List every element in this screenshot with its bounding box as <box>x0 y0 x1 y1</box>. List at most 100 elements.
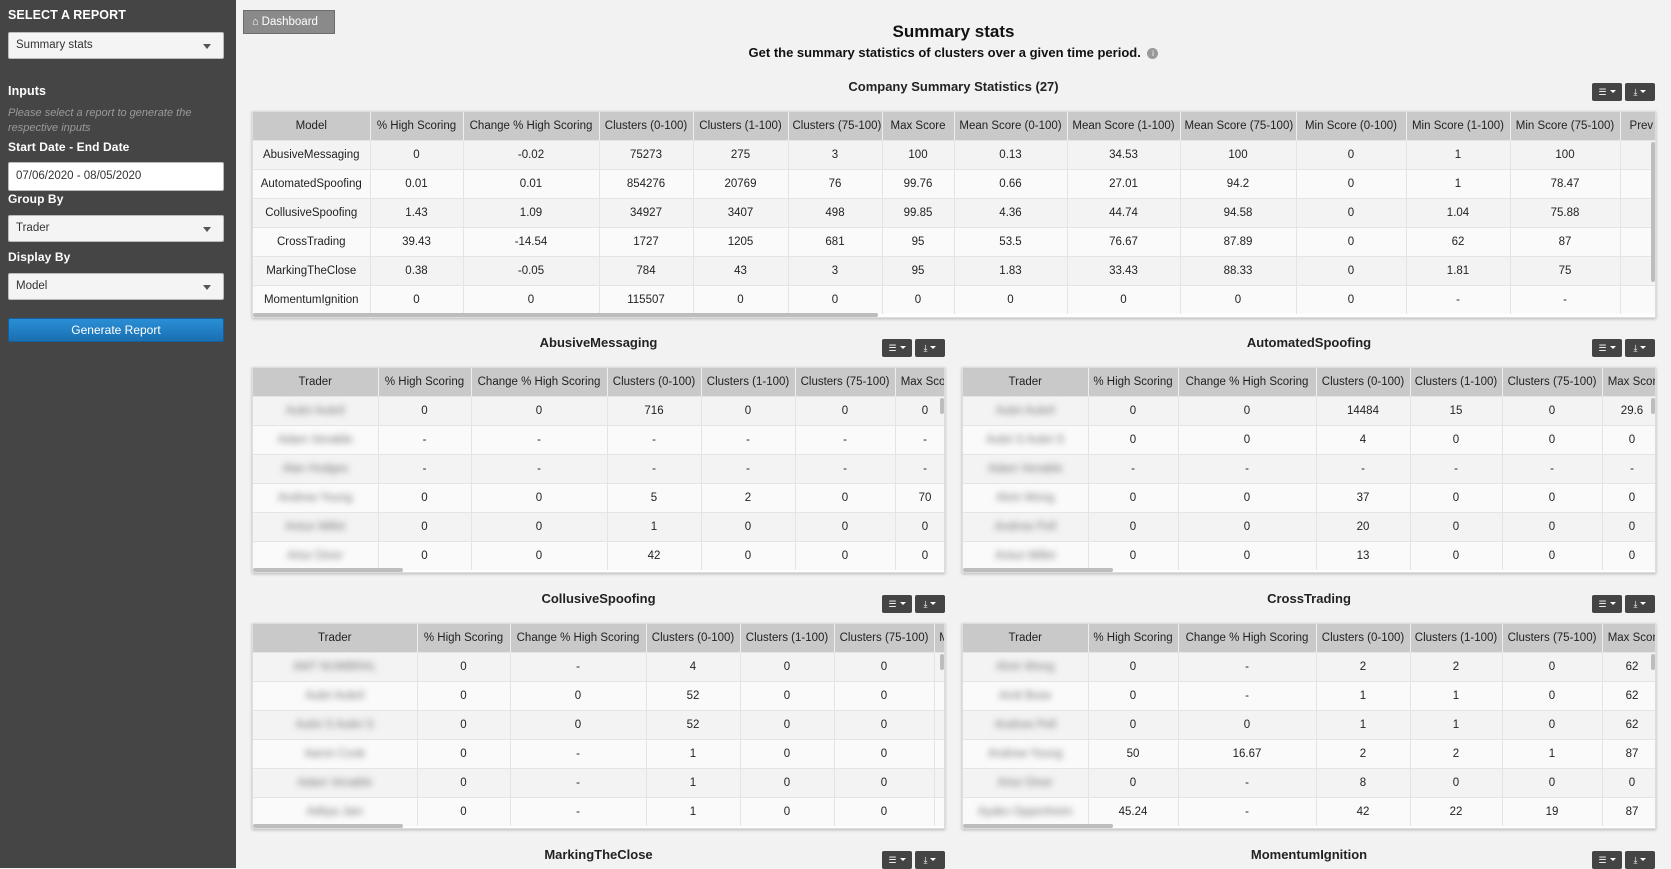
column-header[interactable]: Clusters (1-100) <box>701 368 796 396</box>
table-row[interactable]: AutomatedSpoofing 0.01 0.01 854276 20769 76 99… <box>253 168 1655 198</box>
column-header[interactable]: Clusters (0-100) <box>1316 368 1411 396</box>
table-row[interactable]: Alvin Wong 0 0 37 0 0 0 <box>963 482 1655 512</box>
column-header[interactable]: % High Scoring <box>370 112 464 140</box>
column-header[interactable]: Clusters (0-100) <box>599 112 694 140</box>
column-header[interactable]: Mean Score (75-100) <box>1180 112 1297 140</box>
table-row[interactable]: Antun Millet 0 0 13 0 0 0 <box>963 540 1655 570</box>
horizontal-scrollbar[interactable] <box>963 824 1113 828</box>
table-row[interactable]: Artur Diner 0-8 0 0 0 <box>963 767 1655 797</box>
column-header[interactable]: Trader <box>963 368 1089 396</box>
horizontal-scrollbar[interactable] <box>963 568 1113 572</box>
column-header[interactable]: Clusters (75-100) <box>1502 368 1603 396</box>
column-header[interactable]: Clusters (1-100) <box>1410 624 1503 652</box>
column-header[interactable]: Change % High Scoring <box>510 624 647 652</box>
table-row[interactable]: Aubri Aubril 0 0 14484 15 0 29.6 <box>963 395 1655 425</box>
table-row[interactable]: Amit Bose 0-1 1 0 62 <box>963 680 1655 710</box>
group-by-select[interactable]: Trader <box>8 215 224 242</box>
vertical-scrollbar[interactable] <box>1651 654 1655 670</box>
column-header[interactable]: Max Scor <box>895 368 944 396</box>
table-row[interactable]: Aubri Aubril 0 0 716 0 0 0 <box>253 395 944 425</box>
column-header[interactable]: % High Scoring <box>378 368 472 396</box>
column-header[interactable]: Change % High Scoring <box>1178 624 1317 652</box>
table-row[interactable]: Alvin Wong 0-2 2 0 62 <box>963 651 1655 681</box>
column-header[interactable]: Min Score (0-100) <box>1296 112 1407 140</box>
column-header[interactable]: Clusters (0-100) <box>646 624 741 652</box>
table-row[interactable]: Aubri Aubril 0 0 52 0 0 <box>253 680 944 710</box>
columns-button[interactable]: ☰ <box>882 851 912 869</box>
column-header[interactable]: Trader <box>963 624 1089 652</box>
table-row[interactable]: MomentumIgnition 0 0 115507 0 0 0 0 0 0 0- - <box>253 284 1655 314</box>
column-header[interactable]: Clusters (1-100) <box>1410 368 1503 396</box>
table-row[interactable]: Aubri S Aubri S004000 <box>963 424 1655 454</box>
table-row[interactable]: Antun Millet 0 0 1 0 0 0 <box>253 511 944 541</box>
download-button[interactable]: ⤓ <box>915 851 945 869</box>
column-header[interactable]: Max Scor <box>1602 624 1655 652</box>
columns-button[interactable]: ☰ <box>882 595 912 613</box>
columns-button[interactable]: ☰ <box>882 339 912 357</box>
table-row[interactable]: AMT NUMBRAL 0-4 0 0 <box>253 651 944 681</box>
date-range-input[interactable]: 07/06/2020 - 08/05/2020 <box>8 162 224 191</box>
horizontal-scrollbar[interactable] <box>253 824 403 828</box>
table-row[interactable]: CrossTrading 39.43 -14.54 1727 1205 681 95 53.5… <box>253 226 1655 256</box>
table-row[interactable]: Artur Diner 0 0 42 0 0 0 <box>253 540 944 570</box>
table-row[interactable]: Adam Venable - - - - - - <box>253 424 944 454</box>
column-header[interactable]: Clusters (75-100) <box>834 624 935 652</box>
table-row[interactable]: AbusiveMessaging 0 -0.02 75273 275 3 100 0.13 34… <box>253 139 1655 169</box>
table-row[interactable]: Aditya Jain 0-1 0 0 <box>253 796 944 826</box>
table-row[interactable]: Alan Hodges - - - - - - <box>253 453 944 483</box>
column-header[interactable]: Max Score <box>882 112 955 140</box>
columns-button[interactable]: ☰ <box>1592 851 1622 869</box>
report-select[interactable]: Summary stats <box>8 32 224 59</box>
table-row[interactable]: Aaron Cook 0-1 0 0 <box>253 738 944 768</box>
columns-button[interactable]: ☰ <box>1592 339 1622 357</box>
column-header[interactable]: % High Scoring <box>417 624 511 652</box>
display-by-select[interactable]: Model <box>8 273 224 300</box>
info-icon[interactable]: i <box>1147 48 1159 59</box>
column-header[interactable]: M <box>934 624 944 652</box>
column-header[interactable]: Clusters (75-100) <box>788 112 883 140</box>
table-row[interactable]: Ayako Oppenheim 45.24-42 22 19 87 <box>963 796 1655 826</box>
horizontal-scrollbar[interactable] <box>253 568 403 572</box>
column-header[interactable]: Mean Score (0-100) <box>954 112 1068 140</box>
column-header[interactable]: Trader <box>253 368 379 396</box>
column-header[interactable]: Max Scor <box>1602 368 1655 396</box>
download-button[interactable]: ⤓ <box>915 339 945 357</box>
column-header[interactable]: Change % High Scoring <box>471 368 608 396</box>
download-button[interactable]: ⤓ <box>1625 83 1655 101</box>
vertical-scrollbar[interactable] <box>940 398 944 414</box>
table-row[interactable]: Andrew Young 50 16.67 2 2 1 87 <box>963 738 1655 768</box>
download-button[interactable]: ⤓ <box>1625 595 1655 613</box>
column-header[interactable]: % High Scoring <box>1088 624 1179 652</box>
download-button[interactable]: ⤓ <box>1625 339 1655 357</box>
table-row[interactable]: Andrew Pell 0 0 1 1 0 62 <box>963 709 1655 739</box>
column-header[interactable]: Change % High Scoring <box>1178 368 1317 396</box>
generate-report-button[interactable]: Generate Report <box>8 318 224 342</box>
column-header[interactable]: Min Score (1-100) <box>1406 112 1511 140</box>
column-header[interactable]: Clusters (75-100) <box>795 368 896 396</box>
table-row[interactable]: Aubri S Aubri S 0 0 52 0 0 <box>253 709 944 739</box>
table-row[interactable]: Andrew Young 0 0 5 2 0 70 <box>253 482 944 512</box>
table-row[interactable]: Andrew Pell 0 0 20 0 0 0 <box>963 511 1655 541</box>
column-header[interactable]: Min Score (75-100) <box>1510 112 1621 140</box>
table-row[interactable]: Adam Venable 0-1 0 0 <box>253 767 944 797</box>
column-header[interactable]: Change % High Scoring <box>463 112 600 140</box>
column-header[interactable]: Clusters (75-100) <box>1502 624 1603 652</box>
columns-button[interactable]: ☰ <box>1592 83 1622 101</box>
column-header[interactable]: Clusters (1-100) <box>693 112 789 140</box>
download-button[interactable]: ⤓ <box>915 595 945 613</box>
column-header[interactable]: Clusters (0-100) <box>607 368 702 396</box>
column-header[interactable]: Model <box>253 112 371 140</box>
column-header[interactable]: Mean Score (1-100) <box>1067 112 1181 140</box>
vertical-scrollbar[interactable] <box>1651 398 1655 414</box>
horizontal-scrollbar[interactable] <box>253 313 878 317</box>
vertical-scrollbar[interactable] <box>1651 142 1655 282</box>
column-header[interactable]: Clusters (1-100) <box>740 624 835 652</box>
vertical-scrollbar[interactable] <box>940 654 944 670</box>
columns-button[interactable]: ☰ <box>1592 595 1622 613</box>
table-row[interactable]: Adam Venable - - - - - - <box>963 453 1655 483</box>
column-header[interactable]: % High Scoring <box>1088 368 1179 396</box>
column-header[interactable]: Prev Pe <box>1620 112 1655 140</box>
column-header[interactable]: Clusters (0-100) <box>1316 624 1411 652</box>
column-header[interactable]: Trader <box>253 624 418 652</box>
table-row[interactable]: CollusiveSpoofing 1.43 1.09 34927 3407 498 99.… <box>253 197 1655 227</box>
